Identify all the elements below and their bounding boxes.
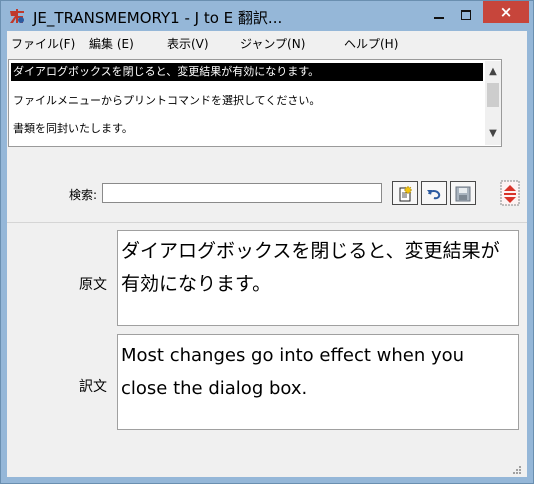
close-button[interactable]: × [483, 1, 529, 23]
new-entry-button[interactable] [392, 181, 418, 205]
title-bar[interactable]: JE_TRANSMEMORY1 - J to E 翻訳... × [1, 1, 533, 31]
list-item[interactable]: 書類を同封いたします。 [11, 120, 483, 138]
save-icon [455, 186, 471, 202]
menu-file[interactable]: ファイル(F) [11, 35, 75, 52]
search-input[interactable] [102, 183, 382, 203]
maximize-button[interactable] [453, 7, 479, 25]
scroll-down-icon[interactable]: ▼ [485, 127, 501, 141]
memory-list[interactable]: ダイアログボックスを閉じると、変更結果が有効になります。 ファイルメニューからプ… [8, 59, 502, 147]
window-title: JE_TRANSMEMORY1 - J to E 翻訳... [33, 9, 283, 27]
search-label: 検索: [69, 188, 98, 202]
undo-icon [427, 190, 441, 200]
menu-bar: ファイル(F) 編集 (E) 表示(V) ジャンプ(N) ヘルプ(H) [7, 31, 527, 53]
minimize-button[interactable] [426, 7, 452, 25]
app-window: JE_TRANSMEMORY1 - J to E 翻訳... × ファイル(F)… [0, 0, 534, 484]
app-icon [10, 9, 24, 23]
spin-arrows-icon[interactable] [500, 180, 520, 206]
client-area: ファイル(F) 編集 (E) 表示(V) ジャンプ(N) ヘルプ(H) ダイアロ… [7, 31, 527, 477]
list-item[interactable]: ファイルメニューからプリントコマンドを選択してください。 [11, 92, 483, 110]
resize-grip-icon[interactable] [510, 465, 522, 475]
scroll-thumb[interactable] [487, 83, 499, 107]
menu-jump[interactable]: ジャンプ(N) [240, 35, 305, 52]
menu-help[interactable]: ヘルプ(H) [344, 35, 398, 52]
scroll-up-icon[interactable]: ▲ [485, 65, 501, 79]
section-divider [7, 222, 527, 223]
translation-label: 訳文 [79, 379, 107, 395]
undo-button[interactable] [421, 181, 447, 205]
save-button[interactable] [450, 181, 476, 205]
new-document-icon [399, 185, 413, 202]
translation-text-field[interactable]: Most changes go into effect when you clo… [117, 334, 519, 430]
list-item[interactable]: ダイアログボックスを閉じると、変更結果が有効になります。 [11, 63, 483, 81]
menu-view[interactable]: 表示(V) [167, 35, 209, 52]
status-bar [7, 457, 527, 477]
vertical-scrollbar[interactable]: ▲ ▼ [485, 61, 501, 145]
source-label: 原文 [79, 277, 107, 293]
menu-edit[interactable]: 編集 (E) [89, 35, 134, 52]
source-text-field[interactable]: ダイアログボックスを閉じると、変更結果が有効になります。 [117, 230, 519, 326]
